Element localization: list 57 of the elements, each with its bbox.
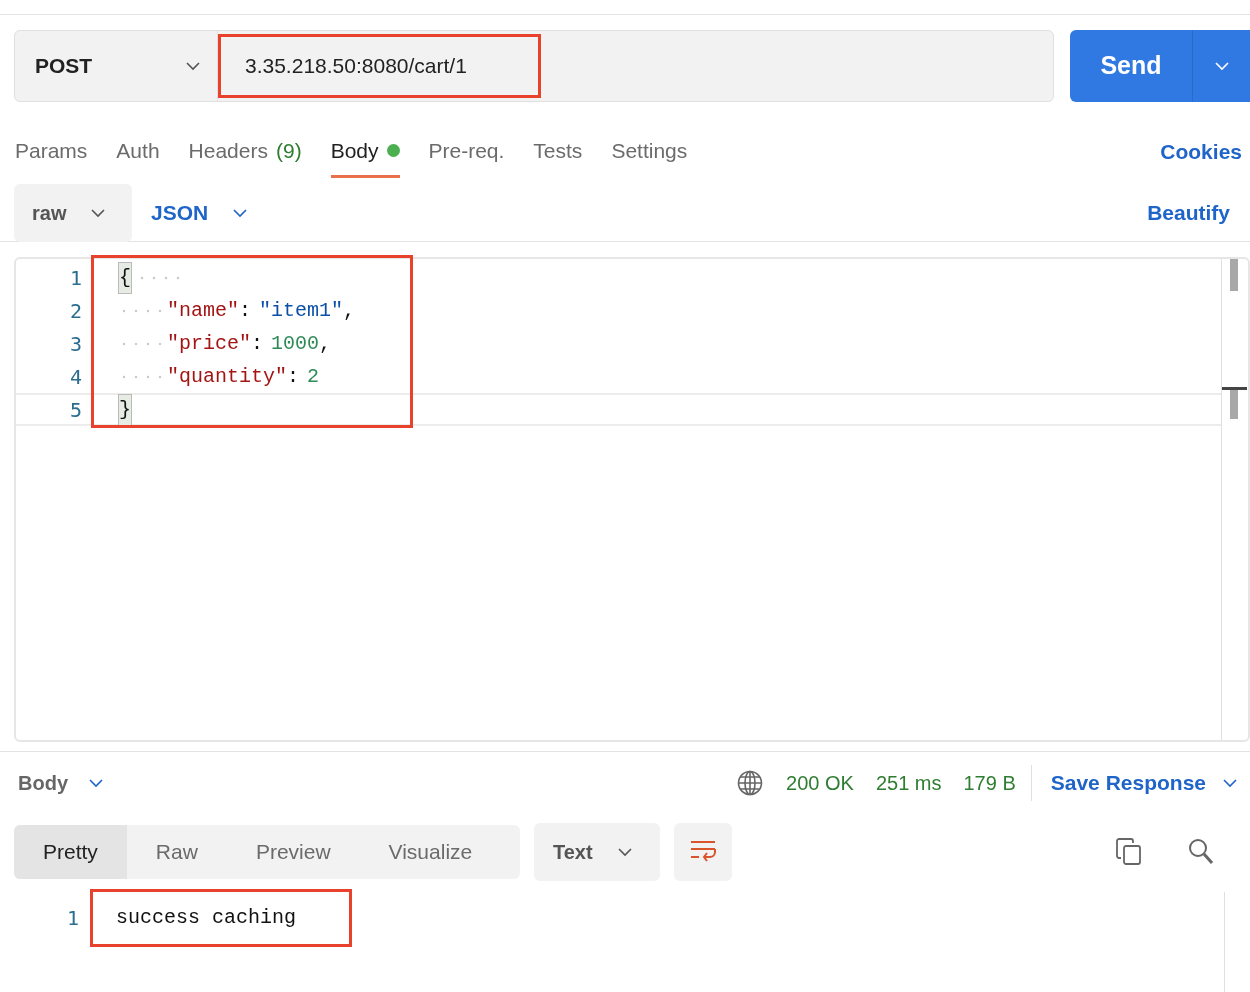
code-token: :	[287, 363, 300, 390]
code-token: :	[251, 330, 264, 357]
line-number: 1	[65, 905, 79, 932]
code-token: ,	[319, 330, 332, 357]
line-number: 3	[68, 330, 82, 358]
response-size: 179 B	[963, 771, 1016, 796]
response-body-dropdown[interactable]: Body	[18, 768, 104, 798]
request-tab[interactable]: Pre-req.	[428, 126, 505, 178]
status-code: 200 OK	[786, 771, 854, 796]
code-token: :	[239, 297, 252, 324]
line-number: 1	[68, 264, 82, 292]
line-number: 4	[68, 363, 82, 391]
chevron-down-icon	[232, 207, 249, 218]
chevron-down-icon	[88, 778, 104, 788]
wrap-lines-button[interactable]	[674, 823, 732, 881]
header-count: (9)	[275, 137, 302, 164]
chevron-down-icon	[616, 847, 633, 857]
cursor-marker-icon	[1222, 387, 1247, 419]
wrap-lines-icon	[689, 840, 717, 864]
code-token: "item1"	[259, 297, 344, 324]
chevron-down-icon	[90, 207, 107, 218]
line-number: 2	[68, 297, 82, 325]
response-time: 251 ms	[875, 771, 942, 796]
view-tab[interactable]: Visualize	[359, 825, 502, 879]
response-text: success caching	[90, 889, 352, 947]
code-token: 1000	[271, 330, 320, 357]
request-tab[interactable]: Settings	[611, 126, 688, 178]
body-mode-dropdown[interactable]: raw	[14, 183, 132, 242]
view-tab[interactable]: Preview	[226, 825, 360, 879]
code-token: 2	[307, 363, 320, 390]
cookies-link[interactable]: Cookies	[1160, 136, 1242, 168]
request-tab[interactable]: Auth	[116, 126, 160, 178]
view-tab[interactable]: Pretty	[14, 825, 127, 879]
chevron-down-icon	[1213, 61, 1230, 71]
globe-icon	[737, 770, 764, 796]
request-tab[interactable]: Params	[15, 126, 88, 178]
beautify-button[interactable]: Beautify	[1147, 196, 1230, 229]
code-token: ,	[343, 297, 356, 324]
line-number: 5	[68, 396, 82, 424]
request-tab[interactable]: Body	[330, 126, 400, 178]
view-tab[interactable]: Raw	[126, 825, 227, 879]
language-dropdown[interactable]: JSON	[151, 196, 249, 229]
format-dropdown[interactable]: Text	[534, 823, 660, 881]
code-token: "name"	[167, 297, 239, 324]
request-tab[interactable]: Tests	[533, 126, 583, 178]
code-token: {	[118, 261, 132, 294]
chevron-down-icon	[1222, 778, 1238, 788]
save-response-button[interactable]: Save Response	[1050, 767, 1238, 799]
code-token: }	[118, 393, 132, 426]
request-tab[interactable]: Headers (9)	[188, 126, 302, 178]
scrollbar-thumb	[1230, 259, 1238, 291]
code-editor[interactable]: 1 { 2 "name": "item1", 3 "price": 1000, 4 "quantity": 2 5 }	[14, 257, 1250, 742]
send-button[interactable]: Send	[1070, 30, 1192, 102]
search-icon[interactable]	[1188, 838, 1214, 866]
code-token: "quantity"	[167, 363, 288, 390]
copy-icon[interactable]	[1116, 838, 1142, 866]
code-token: "price"	[167, 330, 251, 357]
